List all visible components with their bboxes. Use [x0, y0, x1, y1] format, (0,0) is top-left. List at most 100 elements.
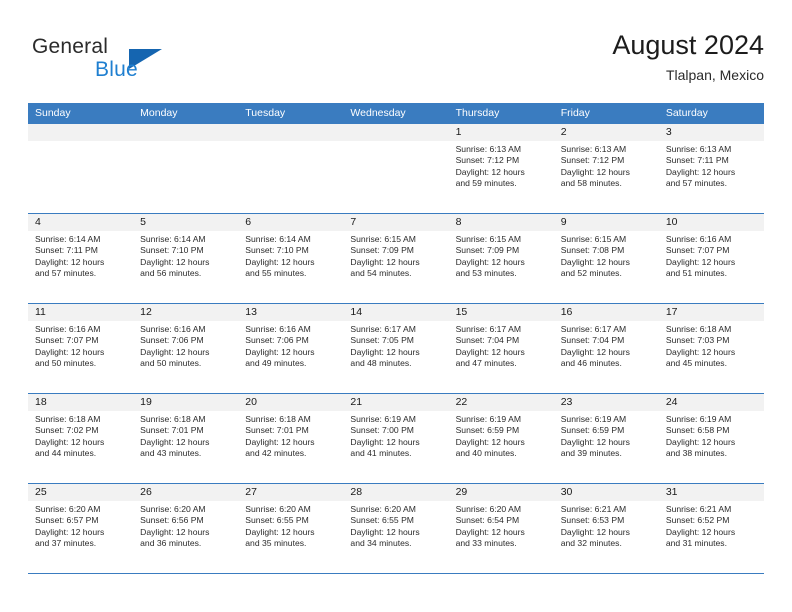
daylight-duration-line1: Daylight: 12 hours — [140, 346, 210, 357]
page-subtitle: Tlalpan, Mexico — [665, 67, 764, 83]
day-details: Sunrise: 6:19 AM Sunset: 6:59 PM Daylight:… — [554, 411, 659, 460]
sunset-time: Sunset: 7:09 PM — [455, 245, 520, 256]
sunrise-time: Sunrise: 6:21 AM — [560, 504, 627, 514]
weekday-header-monday: Monday — [140, 107, 178, 119]
calendar-day-cell[interactable]: 4 Sunrise: 6:14 AM Sunset: 7:11 PM Daylight… — [28, 214, 134, 303]
sunset-time: Sunset: 6:57 PM — [35, 515, 99, 526]
day-details: Sunrise: 6:17 AM Sunset: 7:04 PM Daylight:… — [449, 321, 554, 370]
daylight-duration-line1: Daylight: 12 hours — [245, 256, 315, 267]
calendar-day-cell[interactable]: 20 Sunrise: 6:18 AM Sunset: 7:01 PM Dayligh… — [238, 394, 344, 483]
calendar-day-cell[interactable]: 13 Sunrise: 6:16 AM Sunset: 7:06 PM Dayligh… — [238, 304, 344, 393]
calendar-day-cell[interactable]: 31 Sunrise: 6:21 AM Sunset: 6:52 PM Dayligh… — [658, 484, 764, 573]
sunrise-time: Sunrise: 6:19 AM — [455, 414, 522, 424]
page-header: General Blue August 2024 Tlalpan, Mexico — [28, 28, 764, 94]
calendar-day-cell[interactable]: 14 Sunrise: 6:17 AM Sunset: 7:05 PM Dayligh… — [343, 304, 449, 393]
day-details: Sunrise: 6:16 AM Sunset: 7:07 PM Daylight:… — [28, 321, 133, 370]
day-number: 31 — [658, 484, 764, 501]
daylight-duration-line2: and 32 minutes. — [560, 538, 622, 549]
sunrise-time: Sunrise: 6:13 AM — [560, 144, 627, 154]
day-number: 8 — [448, 214, 554, 231]
sunrise-time: Sunrise: 6:14 AM — [140, 234, 206, 244]
sunset-time: Sunset: 6:54 PM — [455, 515, 520, 526]
sunset-time: Sunset: 6:53 PM — [560, 515, 625, 526]
daylight-duration-line2: and 39 minutes. — [560, 448, 622, 459]
weekday-header-tuesday: Tuesday — [245, 107, 286, 119]
calendar-day-cell[interactable]: 7 Sunrise: 6:15 AM Sunset: 7:09 PM Daylight… — [343, 214, 449, 303]
day-details: Sunrise: 6:14 AM Sunset: 7:10 PM Daylight:… — [133, 231, 238, 280]
sunset-time: Sunset: 7:09 PM — [350, 245, 414, 256]
daylight-duration-line1: Daylight: 12 hours — [350, 526, 420, 537]
sunset-time: Sunset: 6:56 PM — [140, 515, 204, 526]
sunrise-time: Sunrise: 6:17 AM — [350, 324, 416, 334]
daylight-duration-line1: Daylight: 12 hours — [245, 526, 315, 537]
calendar-day-cell[interactable]: 23 Sunrise: 6:19 AM Sunset: 6:59 PM Dayligh… — [553, 394, 659, 483]
calendar-day-cell[interactable]: 25 Sunrise: 6:20 AM Sunset: 6:57 PM Dayligh… — [28, 484, 134, 573]
brand-logo[interactable]: General Blue — [32, 35, 212, 91]
daylight-duration-line1: Daylight: 12 hours — [350, 346, 420, 357]
sunset-time: Sunset: 6:55 PM — [245, 515, 309, 526]
calendar-page: General Blue August 2024 Tlalpan, Mexico… — [0, 0, 792, 612]
calendar-day-cell[interactable]: 17 Sunrise: 6:18 AM Sunset: 7:03 PM Dayligh… — [658, 304, 764, 393]
brand-name-general: General — [32, 35, 109, 58]
calendar-day-cell[interactable]: 6 Sunrise: 6:14 AM Sunset: 7:10 PM Daylight… — [238, 214, 344, 303]
calendar-day-cell[interactable]: 16 Sunrise: 6:17 AM Sunset: 7:04 PM Dayligh… — [553, 304, 659, 393]
sunset-time: Sunset: 7:04 PM — [560, 335, 625, 346]
calendar-day-cell[interactable]: 9 Sunrise: 6:15 AM Sunset: 7:08 PM Daylight… — [553, 214, 659, 303]
calendar-day-cell[interactable]: 8 Sunrise: 6:15 AM Sunset: 7:09 PM Daylight… — [448, 214, 554, 303]
calendar-day-cell[interactable]: 22 Sunrise: 6:19 AM Sunset: 6:59 PM Dayligh… — [448, 394, 554, 483]
calendar-day-cell[interactable]: 27 Sunrise: 6:20 AM Sunset: 6:55 PM Dayligh… — [238, 484, 344, 573]
day-details: Sunrise: 6:15 AM Sunset: 7:09 PM Daylight:… — [449, 231, 554, 280]
day-details: Sunrise: 6:19 AM Sunset: 6:58 PM Daylight:… — [659, 411, 764, 460]
day-number: 16 — [553, 304, 659, 321]
day-details: Sunrise: 6:14 AM Sunset: 7:10 PM Daylight:… — [238, 231, 343, 280]
day-details: Sunrise: 6:17 AM Sunset: 7:04 PM Daylight:… — [554, 321, 659, 370]
daylight-duration-line1: Daylight: 12 hours — [665, 256, 736, 267]
daylight-duration-line1: Daylight: 12 hours — [140, 526, 210, 537]
day-details: Sunrise: 6:16 AM Sunset: 7:06 PM Daylight:… — [133, 321, 238, 370]
day-details: Sunrise: 6:18 AM Sunset: 7:03 PM Daylight:… — [659, 321, 764, 370]
daylight-duration-line2: and 55 minutes. — [245, 268, 307, 279]
sunrise-time: Sunrise: 6:19 AM — [350, 414, 416, 424]
sunrise-time: Sunrise: 6:20 AM — [35, 504, 101, 514]
daylight-duration-line1: Daylight: 12 hours — [140, 436, 210, 447]
day-number: 6 — [238, 214, 344, 231]
calendar-day-cell[interactable]: 30 Sunrise: 6:21 AM Sunset: 6:53 PM Dayligh… — [553, 484, 659, 573]
calendar-day-cell[interactable]: 12 Sunrise: 6:16 AM Sunset: 7:06 PM Dayligh… — [133, 304, 239, 393]
day-details: Sunrise: 6:16 AM Sunset: 7:07 PM Daylight:… — [659, 231, 764, 280]
calendar-day-cell[interactable]: 24 Sunrise: 6:19 AM Sunset: 6:58 PM Dayligh… — [658, 394, 764, 483]
weekday-header-row: Sunday Monday Tuesday Wednesday Thursday… — [28, 103, 764, 124]
calendar-day-cell[interactable]: 21 Sunrise: 6:19 AM Sunset: 7:00 PM Dayligh… — [343, 394, 449, 483]
daylight-duration-line2: and 34 minutes. — [350, 538, 412, 549]
day-details: Sunrise: 6:20 AM Sunset: 6:55 PM Daylight:… — [343, 501, 448, 550]
daylight-duration-line2: and 57 minutes. — [665, 178, 727, 189]
daylight-duration-line1: Daylight: 12 hours — [35, 526, 105, 537]
sunset-time: Sunset: 7:01 PM — [245, 425, 309, 436]
day-details: Sunrise: 6:15 AM Sunset: 7:08 PM Daylight:… — [554, 231, 659, 280]
sunset-time: Sunset: 7:05 PM — [350, 335, 414, 346]
calendar-day-cell[interactable]: 26 Sunrise: 6:20 AM Sunset: 6:56 PM Dayligh… — [133, 484, 239, 573]
sunrise-time: Sunrise: 6:15 AM — [350, 234, 416, 244]
sunrise-time: Sunrise: 6:18 AM — [245, 414, 311, 424]
calendar-day-cell[interactable]: 3 Sunrise: 6:13 AM Sunset: 7:11 PM Daylight… — [658, 124, 764, 213]
calendar-day-cell[interactable]: 11 Sunrise: 6:16 AM Sunset: 7:07 PM Dayligh… — [28, 304, 134, 393]
day-details: Sunrise: 6:13 AM Sunset: 7:12 PM Daylight:… — [449, 141, 554, 190]
sunrise-time: Sunrise: 6:20 AM — [140, 504, 206, 514]
daylight-duration-line1: Daylight: 12 hours — [455, 346, 525, 357]
day-number: 4 — [28, 214, 134, 231]
calendar-day-cell-empty — [343, 124, 449, 213]
calendar-day-cell[interactable]: 5 Sunrise: 6:14 AM Sunset: 7:10 PM Daylight… — [133, 214, 239, 303]
daylight-duration-line1: Daylight: 12 hours — [455, 436, 525, 447]
calendar-day-cell[interactable]: 2 Sunrise: 6:13 AM Sunset: 7:12 PM Daylight… — [553, 124, 659, 213]
calendar-day-cell[interactable]: 15 Sunrise: 6:17 AM Sunset: 7:04 PM Dayligh… — [448, 304, 554, 393]
calendar-day-cell[interactable]: 28 Sunrise: 6:20 AM Sunset: 6:55 PM Dayligh… — [343, 484, 449, 573]
daylight-duration-line1: Daylight: 12 hours — [665, 526, 736, 537]
daylight-duration-line1: Daylight: 12 hours — [140, 256, 210, 267]
calendar-day-cell[interactable]: 10 Sunrise: 6:16 AM Sunset: 7:07 PM Dayligh… — [658, 214, 764, 303]
day-details: Sunrise: 6:15 AM Sunset: 7:09 PM Daylight:… — [343, 231, 448, 280]
calendar-day-cell[interactable]: 1 Sunrise: 6:13 AM Sunset: 7:12 PM Daylight… — [448, 124, 554, 213]
calendar-day-cell[interactable]: 19 Sunrise: 6:18 AM Sunset: 7:01 PM Dayligh… — [133, 394, 239, 483]
calendar-day-cell[interactable]: 18 Sunrise: 6:18 AM Sunset: 7:02 PM Dayligh… — [28, 394, 134, 483]
calendar-day-cell[interactable]: 29 Sunrise: 6:20 AM Sunset: 6:54 PM Dayligh… — [448, 484, 554, 573]
weekday-header-thursday: Thursday — [455, 107, 500, 119]
day-number: 24 — [658, 394, 764, 411]
